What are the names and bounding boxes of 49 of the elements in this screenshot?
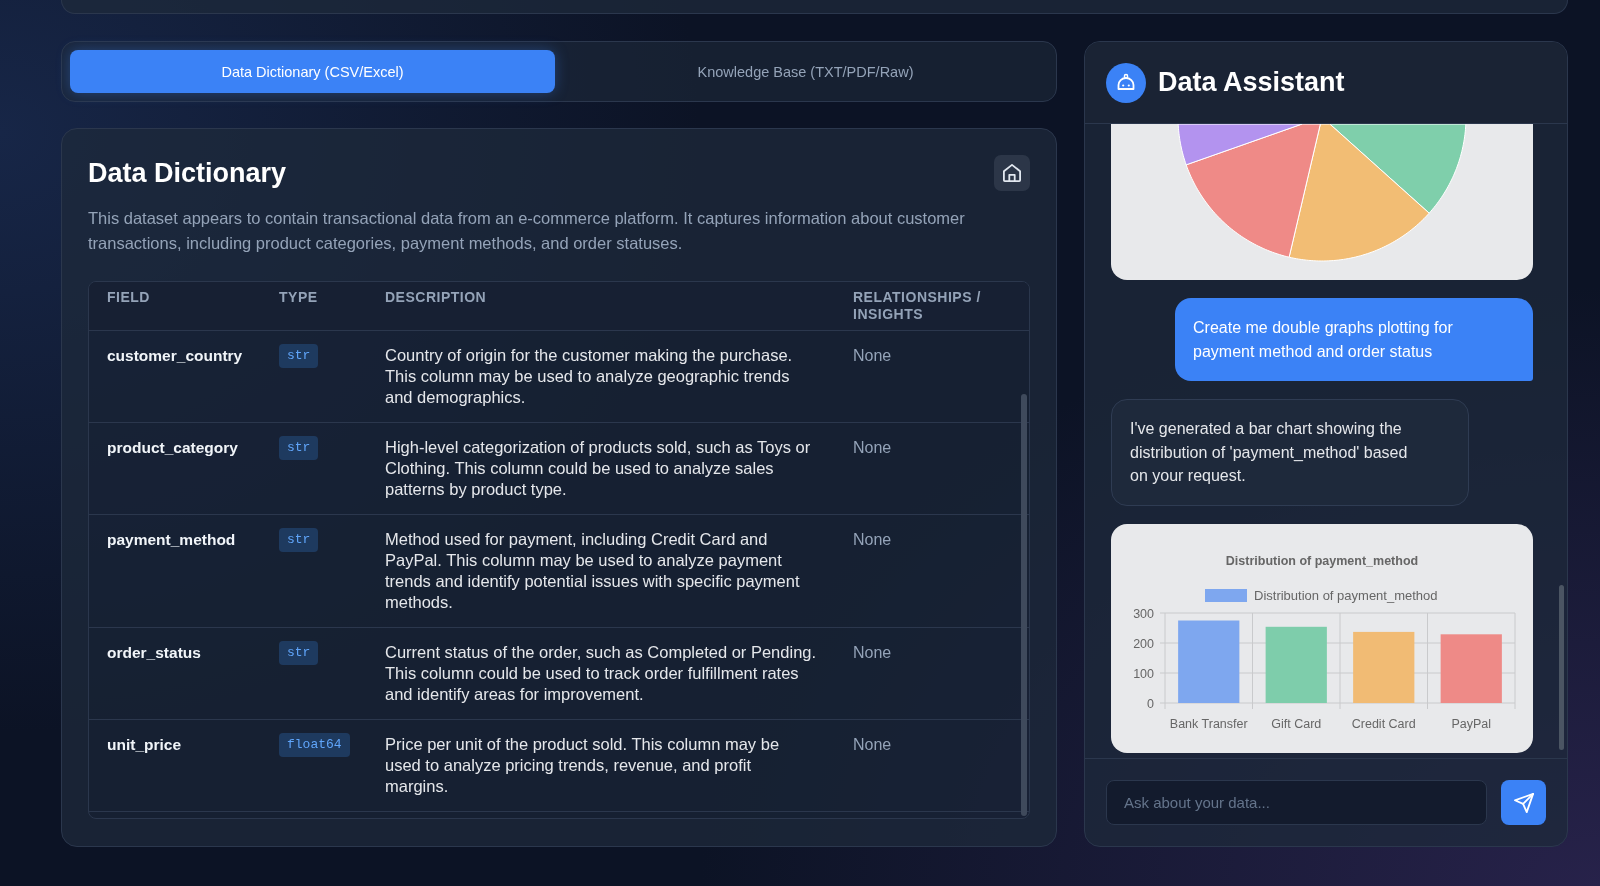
tab[interactable]: Knowledge Base (TXT/PDF/Raw) bbox=[563, 50, 1048, 93]
assistant-message: I've generated a bar chart showing the distribution of 'payment_method' based on your request. bbox=[1111, 399, 1469, 506]
user-message: Create me double graphs plotting for payment method and order status bbox=[1175, 298, 1533, 381]
type-badge: str bbox=[279, 344, 319, 368]
field-name: payment_method bbox=[107, 530, 236, 550]
axis-tick-label: 200 bbox=[1133, 636, 1154, 650]
card-title: Data Dictionary bbox=[88, 157, 287, 190]
column-header: TYPE bbox=[279, 289, 318, 306]
field-description: Price per unit of the product sold. This column may be used to analyze pricing trends, revenue, and profit margins. bbox=[385, 734, 781, 797]
scrollbar-thumb[interactable] bbox=[1021, 394, 1027, 816]
field-name: order_status bbox=[107, 643, 201, 663]
axis-tick-label: 0 bbox=[1147, 696, 1154, 710]
home-icon bbox=[1003, 164, 1021, 182]
column-header: DESCRIPTION bbox=[385, 289, 487, 306]
relationships-text: None bbox=[853, 530, 892, 550]
axis-category-label: PayPal bbox=[1451, 716, 1492, 730]
column-header: FIELD bbox=[107, 289, 150, 306]
relationships-text: None bbox=[853, 438, 892, 458]
relationships-text: None bbox=[853, 735, 892, 755]
axis-category-label: Bank Transfer bbox=[1169, 716, 1248, 730]
type-badge: str bbox=[279, 528, 319, 552]
axis-tick-label: 300 bbox=[1133, 606, 1154, 620]
home-button[interactable] bbox=[994, 155, 1030, 191]
chat-input[interactable]: Ask about your data... bbox=[1106, 780, 1487, 825]
column-header: RELATIONSHIPS / INSIGHTS bbox=[853, 289, 982, 323]
type-badge: float64 bbox=[279, 733, 350, 757]
type-badge: str bbox=[279, 641, 319, 665]
relationships-text: None bbox=[853, 643, 892, 663]
field-description: Country of origin for the customer making the purchase. This column may be used to analyze geographic trends and demographics. bbox=[385, 345, 794, 408]
field-description: Current status of the order, such as Completed or Pending. This column could be used to track order fulfillment rates and identify areas for improvement. bbox=[385, 642, 817, 705]
relationships-text: None bbox=[853, 346, 892, 366]
legend-label: Distribution of payment_method bbox=[1254, 587, 1438, 602]
field-description: High-level categorization of products sold, such as Toys or Clothing. This column could be used to analyze sales patterns by product type. bbox=[385, 437, 812, 500]
robot-icon bbox=[1106, 62, 1146, 103]
chat-title: Data Assistant bbox=[1158, 67, 1345, 98]
send-icon bbox=[1513, 792, 1534, 813]
field-name: customer_country bbox=[107, 346, 243, 366]
axis-tick-label: 100 bbox=[1133, 666, 1154, 680]
scrollbar-thumb[interactable] bbox=[1559, 585, 1564, 750]
axis-category-label: Gift Card bbox=[1271, 716, 1322, 730]
type-badge: str bbox=[279, 436, 319, 460]
dataset-description: This dataset appears to contain transactional data from an e-commerce platform. It captures information about customer transactions, including product categories, payment methods, and order statuses. bbox=[88, 208, 966, 254]
tab[interactable]: Data Dictionary (CSV/Excel) bbox=[70, 50, 555, 93]
field-name: unit_price bbox=[107, 735, 182, 755]
axis-category-label: Credit Card bbox=[1351, 716, 1416, 730]
send-button[interactable] bbox=[1501, 780, 1546, 825]
field-name: product_category bbox=[107, 438, 238, 458]
chart-title: Distribution of payment_method bbox=[1225, 553, 1419, 567]
field-description: Method used for payment, including Credit Card and PayPal. This column may be used to analyze payment trends and identify potential issues with specific payment methods. bbox=[385, 529, 801, 613]
